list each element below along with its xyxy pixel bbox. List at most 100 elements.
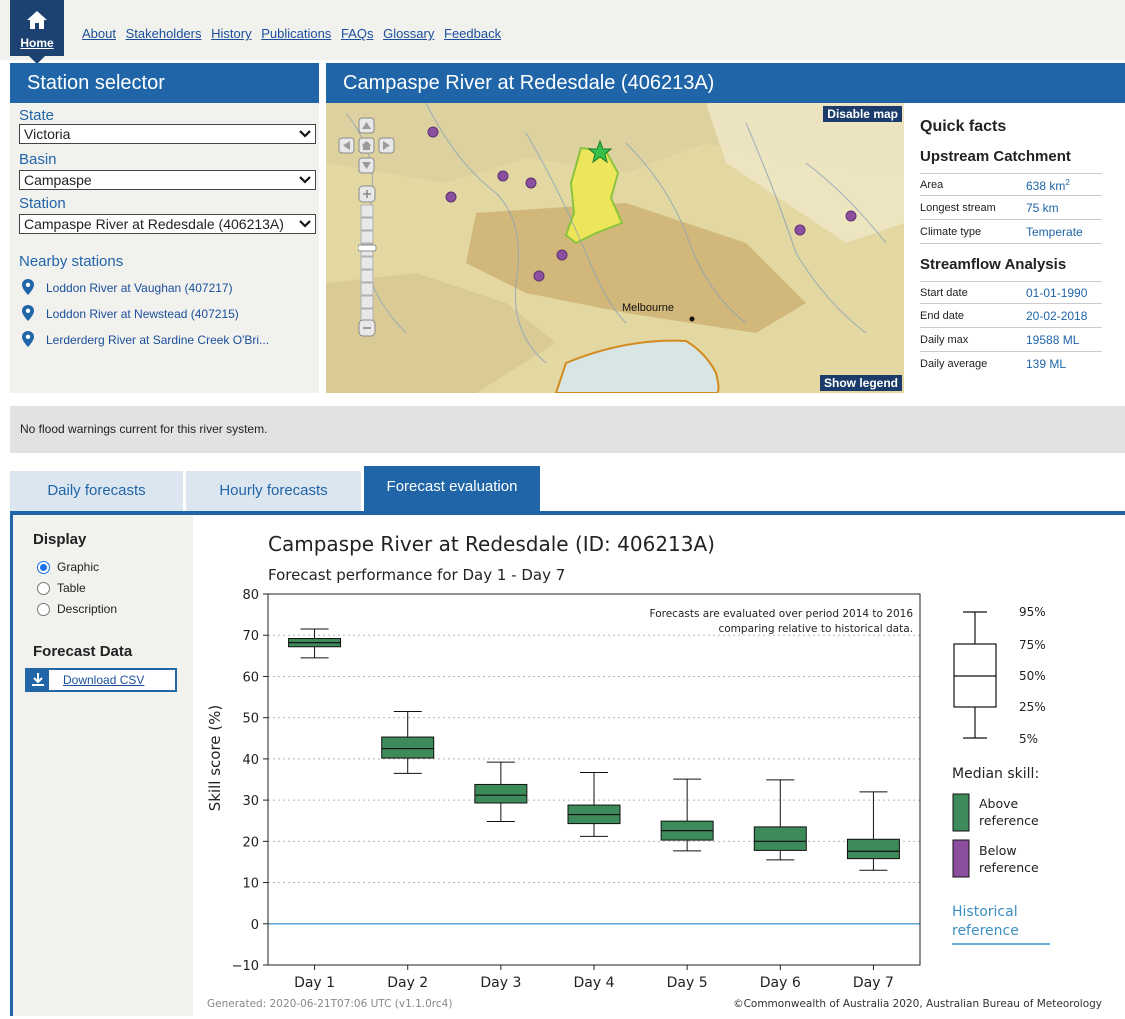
- chevron-down-icon: [299, 219, 311, 229]
- fact-value: Temperate: [1026, 225, 1083, 239]
- radio-label: Graphic: [57, 560, 100, 574]
- station-map[interactable]: Melbourne Disable map Show legend: [326, 103, 904, 393]
- y-tick-label: 0: [251, 918, 259, 933]
- x-tick-label: Day 2: [387, 975, 428, 991]
- station-title: Campaspe River at Redesdale (406213A): [326, 63, 1125, 103]
- nav-link-faqs[interactable]: FAQs: [341, 26, 374, 41]
- fact-label: Daily average: [920, 358, 988, 370]
- station-select[interactable]: Campaspe River at Redesdale (406213A): [19, 214, 316, 234]
- basin-select[interactable]: Campaspe: [19, 170, 316, 190]
- quick-facts-title: Quick facts: [920, 118, 1007, 135]
- legend-p25: 25%: [1019, 700, 1046, 714]
- display-title: Display: [33, 531, 87, 548]
- nav-link-about[interactable]: About: [82, 26, 116, 41]
- quick-facts-panel: Quick facts Upstream Catchment Area 638 …: [904, 103, 1125, 393]
- top-navigation: Home About Stakeholders History Publicat…: [0, 0, 1125, 64]
- nearby-station-link[interactable]: Loddon River at Newstead (407215): [46, 307, 239, 321]
- y-tick-label: 60: [242, 670, 259, 685]
- download-icon: [27, 670, 49, 690]
- home-label[interactable]: Home: [10, 36, 64, 50]
- legend-p50: 50%: [1019, 669, 1046, 683]
- y-tick-label: 20: [242, 835, 259, 850]
- fact-label: Climate type: [920, 226, 982, 238]
- legend-above-line1: Above: [979, 796, 1019, 811]
- area-value: 638 km: [1026, 179, 1066, 193]
- fact-label: Longest stream: [920, 202, 996, 214]
- x-tick-label: Day 5: [667, 975, 708, 991]
- state-select[interactable]: Victoria: [19, 124, 316, 144]
- basin-select-value: Campaspe: [24, 172, 92, 188]
- map-pin-icon: [22, 279, 34, 295]
- nearby-stations-title: Nearby stations: [19, 253, 124, 270]
- y-tick-label: −10: [232, 959, 259, 974]
- tab-forecast-evaluation[interactable]: Forecast evaluation: [364, 466, 540, 511]
- basin-label: Basin: [19, 151, 57, 168]
- legend-reference-line2: reference: [952, 923, 1019, 939]
- radio-button-checked[interactable]: [37, 561, 50, 574]
- nearby-station-link[interactable]: Loddon River at Vaughan (407217): [46, 281, 233, 295]
- download-csv-button[interactable]: Download CSV: [25, 668, 177, 692]
- map-pin-icon: [22, 331, 34, 347]
- fact-value: 01-01-1990: [1026, 286, 1088, 300]
- fact-value: 19588 ML: [1026, 333, 1080, 347]
- home-tab[interactable]: Home: [10, 0, 64, 64]
- chart-svg: Campaspe River at Redesdale (ID: 406213A…: [193, 515, 1125, 1016]
- tab-hourly-forecasts[interactable]: Hourly forecasts: [186, 471, 361, 511]
- fact-row: End date 20-02-2018: [920, 305, 1102, 328]
- y-tick-label: 40: [242, 753, 259, 768]
- fact-row: Area 638 km2: [920, 173, 1102, 196]
- download-csv-link[interactable]: Download CSV: [63, 673, 144, 687]
- y-tick-label: 80: [242, 588, 259, 603]
- x-tick-label: Day 4: [573, 975, 614, 991]
- box-7: [846, 838, 900, 860]
- radio-button[interactable]: [37, 603, 50, 616]
- legend-above-line2: reference: [979, 813, 1039, 828]
- legend-p5: 5%: [1019, 732, 1038, 746]
- map-pin-icon: [22, 305, 34, 321]
- flood-warning-banner: No flood warnings current for this river…: [10, 406, 1125, 453]
- map-canvas[interactable]: [326, 103, 904, 393]
- nav-links: About Stakeholders History Publications …: [82, 26, 507, 41]
- chart-footer-copyright: ©Commonwealth of Australia 2020, Austral…: [733, 998, 1102, 1010]
- melbourne-label: Melbourne: [622, 302, 674, 314]
- nav-link-stakeholders[interactable]: Stakeholders: [126, 26, 202, 41]
- nav-link-feedback[interactable]: Feedback: [444, 26, 501, 41]
- x-tick-label: Day 3: [480, 975, 521, 991]
- box-3: [474, 783, 528, 804]
- state-label: State: [19, 107, 55, 124]
- radio-button[interactable]: [37, 582, 50, 595]
- box-2: [381, 736, 435, 759]
- legend-reference-line1: Historical: [952, 904, 1018, 920]
- show-legend-button[interactable]: Show legend: [819, 375, 902, 391]
- fact-value: 139 ML: [1026, 357, 1067, 371]
- map-zoom-slider[interactable]: [358, 185, 377, 337]
- fact-label: Area: [920, 179, 944, 191]
- nav-link-glossary[interactable]: Glossary: [383, 26, 434, 41]
- chevron-down-icon: [299, 130, 311, 138]
- home-icon: [27, 11, 47, 29]
- chart-annotation-line-1: Forecasts are evaluated over period 2014…: [650, 608, 914, 620]
- nav-link-publications[interactable]: Publications: [261, 26, 331, 41]
- fact-value: 20-02-2018: [1026, 309, 1088, 323]
- radio-label: Description: [57, 602, 118, 616]
- y-tick-label: 10: [242, 877, 259, 892]
- fact-row: Daily average 139 ML: [920, 353, 1102, 376]
- station-selector-title: Station selector: [10, 63, 319, 103]
- y-axis-label: Skill score (%): [206, 705, 224, 812]
- nearby-station-link[interactable]: Lerderderg River at Sardine Creek O'Bri.…: [46, 333, 269, 347]
- legend-below-line2: reference: [979, 860, 1039, 875]
- tab-daily-forecasts[interactable]: Daily forecasts: [10, 471, 183, 511]
- nav-link-history[interactable]: History: [211, 26, 251, 41]
- x-tick-label: Day 7: [853, 975, 894, 991]
- chart-annotation-line-2: comparing relative to historical data.: [718, 623, 913, 635]
- fact-value: 638 km2: [1026, 178, 1070, 193]
- forecast-evaluation-chart: Campaspe River at Redesdale (ID: 406213A…: [193, 515, 1125, 1019]
- map-pan-control[interactable]: [336, 117, 398, 177]
- fact-row: Daily max 19588 ML: [920, 329, 1102, 352]
- box-6: [753, 826, 807, 851]
- x-tick-label: Day 1: [294, 975, 335, 991]
- disable-map-button[interactable]: Disable map: [823, 106, 902, 122]
- chart-subtitle: Forecast performance for Day 1 - Day 7: [268, 566, 565, 584]
- station-label: Station: [19, 195, 66, 212]
- fact-row: Start date 01-01-1990: [920, 281, 1102, 304]
